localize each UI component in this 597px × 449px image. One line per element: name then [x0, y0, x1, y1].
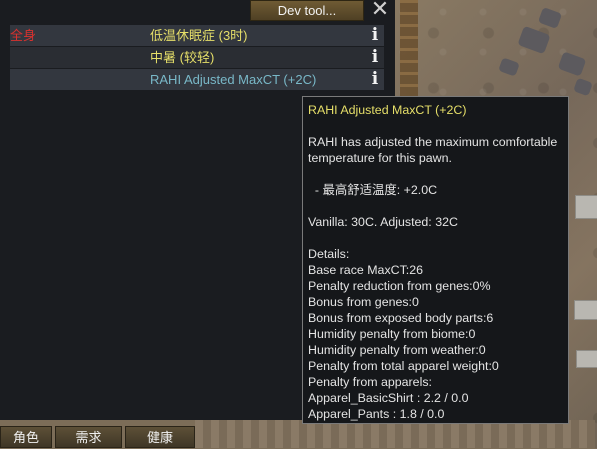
- tooltip-detail-line: Base race MaxCT:26: [308, 263, 424, 277]
- tab-needs[interactable]: 需求: [55, 426, 122, 448]
- hediff-tooltip: RAHI Adjusted MaxCT (+2C) RAHI has adjus…: [302, 96, 569, 424]
- info-icon[interactable]: i: [369, 49, 381, 66]
- tooltip-detail-line: Apparel_Pants : 1.8 / 0.0: [308, 407, 445, 421]
- info-icon[interactable]: i: [369, 27, 381, 44]
- tooltip-detail-line: Penalty from apparels:: [308, 375, 432, 389]
- tooltip-detail-line: Bonus from exposed body parts:6: [308, 311, 494, 325]
- hediff-row[interactable]: 中暑 (较轻) i: [10, 47, 384, 68]
- body-part-label: 全身: [10, 28, 37, 43]
- hediff-label: 中暑 (较轻): [150, 50, 215, 65]
- tooltip-detail-line: Bonus from genes:0: [308, 295, 419, 309]
- hediff-label: 低温休眠症 (3时): [150, 28, 248, 43]
- close-icon[interactable]: ✕: [369, 0, 391, 20]
- tooltip-vanilla-line: Vanilla: 30C. Adjusted: 32C: [308, 215, 458, 229]
- dev-tool-button[interactable]: Dev tool...: [250, 0, 364, 21]
- hediff-row[interactable]: 全身 低温休眠症 (3时) i: [10, 25, 384, 46]
- tab-health[interactable]: 健康: [125, 426, 195, 448]
- tooltip-description: RAHI has adjusted the maximum comfortabl…: [308, 135, 558, 165]
- tooltip-detail-line: Humidity penalty from biome:0: [308, 327, 476, 341]
- info-icon[interactable]: i: [369, 71, 381, 88]
- tooltip-title: RAHI Adjusted MaxCT (+2C): [308, 103, 467, 117]
- map-wall: [575, 195, 597, 219]
- tooltip-detail-line: Penalty from total apparel weight:0: [308, 359, 499, 373]
- tooltip-max-comfort: - 最高舒适温度: +2.0C: [308, 183, 438, 197]
- tooltip-details-label: Details:: [308, 247, 350, 261]
- map-wall: [576, 350, 597, 368]
- map-wall: [574, 300, 597, 320]
- hediff-label: RAHI Adjusted MaxCT (+2C): [150, 72, 317, 87]
- tooltip-detail-line: Humidity penalty from weather:0: [308, 343, 486, 357]
- hediff-row[interactable]: RAHI Adjusted MaxCT (+2C) i: [10, 69, 384, 90]
- tooltip-detail-line: Apparel_BasicShirt : 2.2 / 0.0: [308, 391, 469, 405]
- tooltip-detail-line: Penalty reduction from genes:0%: [308, 279, 491, 293]
- map-floor-strip: [195, 420, 595, 448]
- tab-character[interactable]: 角色: [0, 426, 52, 448]
